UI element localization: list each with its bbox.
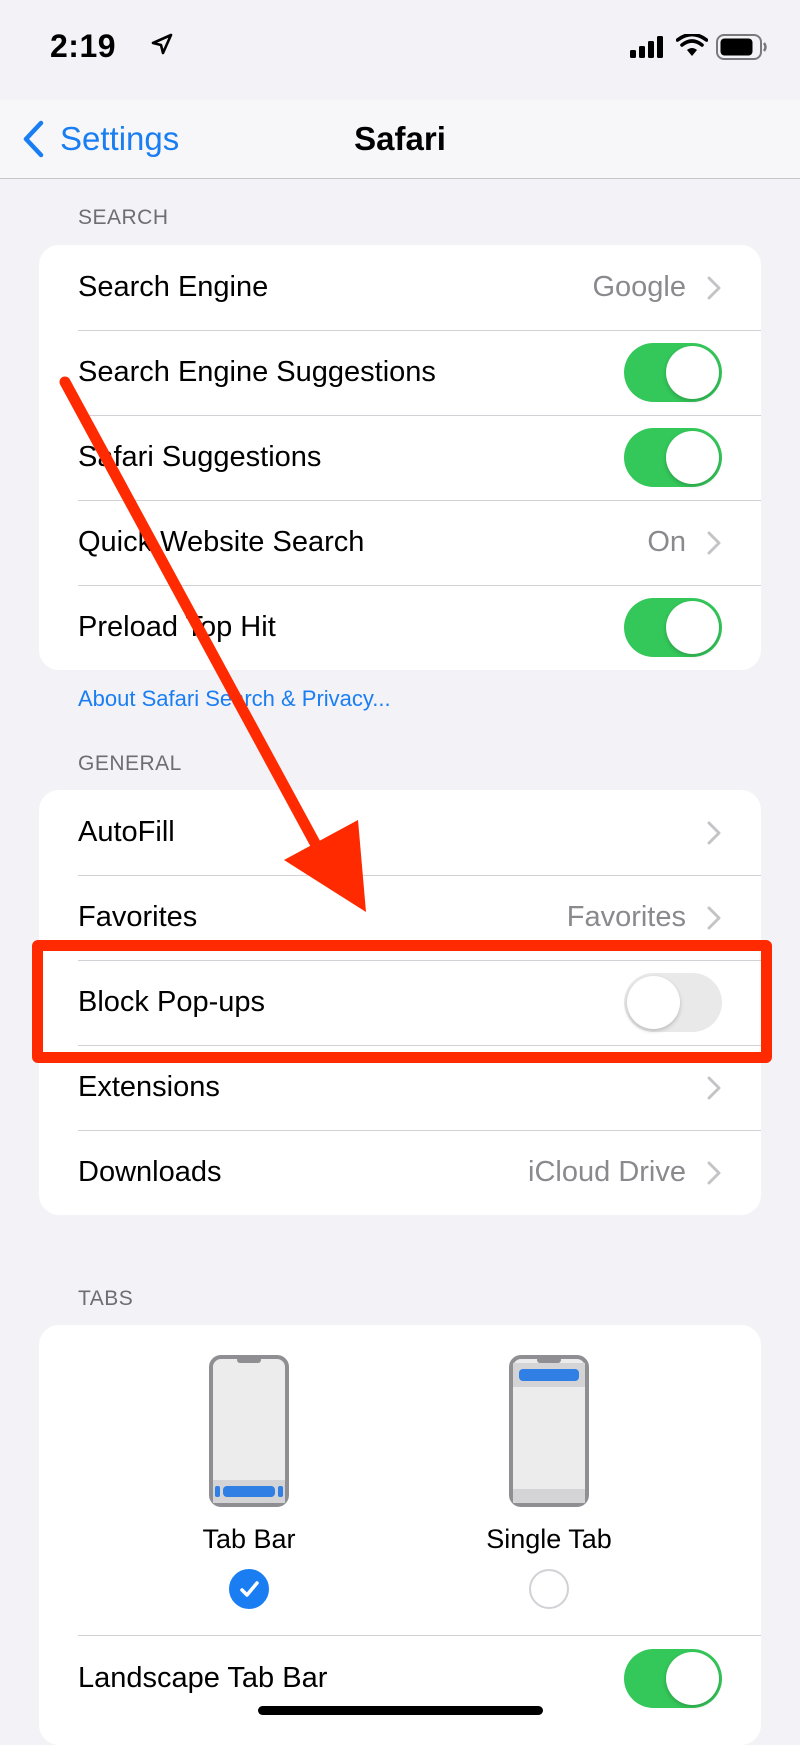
landscape-tab-bar-toggle[interactable] [624, 1649, 722, 1708]
search-engine-suggestions-toggle[interactable] [624, 343, 722, 402]
tab-bar-label: Tab Bar [202, 1524, 296, 1554]
row-label: Favorites [78, 901, 198, 933]
row-search-engine-suggestions: Search Engine Suggestions [39, 330, 761, 415]
status-time: 2:19 [50, 28, 117, 64]
phone-single-tab-icon [509, 1355, 589, 1507]
about-safari-search-privacy-link[interactable]: About Safari Search & Privacy... [78, 686, 391, 712]
preload-top-hit-toggle[interactable] [624, 598, 722, 657]
row-label: Downloads [78, 1156, 222, 1188]
navigation-bar: Settings Safari [0, 100, 800, 179]
chevron-right-icon [707, 1076, 721, 1100]
single-tab-option[interactable]: Single Tab [429, 1325, 669, 1609]
toggle-knob [666, 1652, 719, 1705]
battery-icon [716, 34, 767, 60]
signal-bars-icon [630, 36, 663, 58]
tab-bar-option[interactable]: Tab Bar [129, 1325, 369, 1609]
chevron-right-icon [707, 1161, 721, 1185]
location-arrow-icon [151, 33, 173, 55]
annotation-highlight-box [32, 940, 772, 1063]
page-title: Safari [354, 120, 446, 157]
row-label: Search Engine [78, 271, 269, 303]
toggle-knob [666, 601, 719, 654]
chevron-right-icon [707, 821, 721, 845]
row-autofill[interactable]: AutoFill [39, 790, 761, 875]
search-settings-group: Search Engine Google Search Engine Sugge… [39, 245, 761, 670]
row-label: AutoFill [78, 816, 175, 848]
tabs-settings-group: Tab Bar Single Tab Landscape Tab Bar [39, 1325, 761, 1745]
row-label: Safari Suggestions [78, 441, 322, 473]
row-label: Preload Top Hit [78, 611, 276, 643]
row-search-engine[interactable]: Search Engine Google [39, 245, 761, 330]
row-label: Landscape Tab Bar [78, 1662, 328, 1694]
toggle-knob [666, 346, 719, 399]
row-value: iCloud Drive [528, 1156, 686, 1188]
row-label: Quick Website Search [78, 526, 365, 558]
chevron-right-icon [707, 276, 721, 300]
row-safari-suggestions: Safari Suggestions [39, 415, 761, 500]
chevron-right-icon [707, 531, 721, 555]
single-tab-radio[interactable] [529, 1569, 569, 1609]
tab-bar-radio-selected[interactable] [229, 1569, 269, 1609]
section-header-search: SEARCH [78, 206, 169, 229]
row-label: Extensions [78, 1071, 220, 1103]
safari-suggestions-toggle[interactable] [624, 428, 722, 487]
home-indicator [258, 1706, 543, 1715]
row-value: Favorites [566, 901, 686, 933]
phone-tab-bar-icon [209, 1355, 289, 1507]
chevron-right-icon [707, 906, 721, 930]
section-header-tabs: TABS [78, 1287, 134, 1310]
row-quick-website-search[interactable]: Quick Website Search On [39, 500, 761, 585]
row-value: On [647, 526, 686, 558]
status-bar: 2:19 [0, 0, 800, 100]
wifi-icon [676, 34, 708, 56]
single-tab-label: Single Tab [486, 1524, 612, 1554]
section-header-general: GENERAL [78, 752, 182, 775]
row-label: Search Engine Suggestions [78, 356, 436, 388]
row-downloads[interactable]: Downloads iCloud Drive [39, 1130, 761, 1215]
checkmark-icon [240, 1581, 259, 1597]
toggle-knob [666, 431, 719, 484]
row-preload-top-hit: Preload Top Hit [39, 585, 761, 670]
row-value: Google [592, 271, 686, 303]
